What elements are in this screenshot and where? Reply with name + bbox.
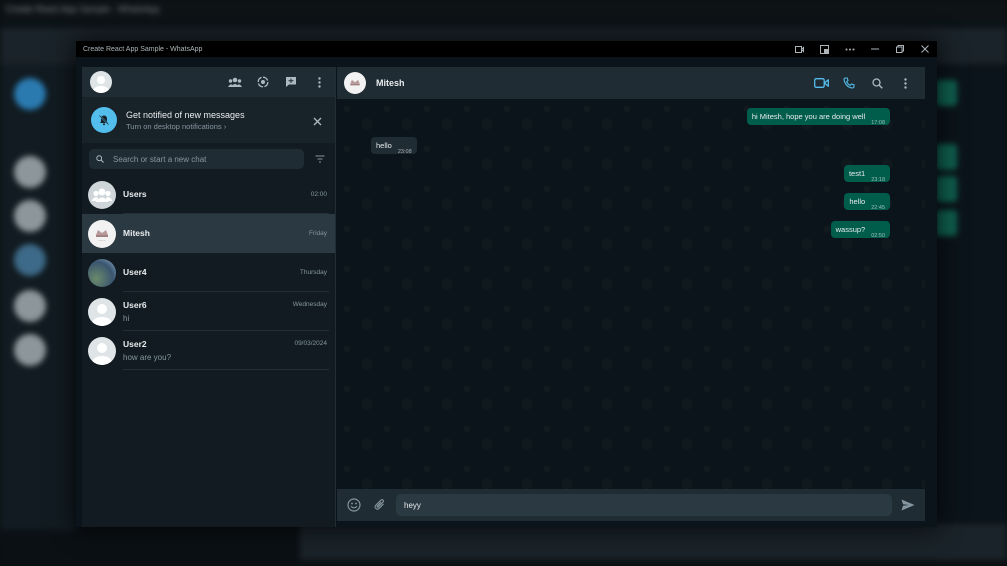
video-window-icon[interactable] <box>787 41 812 57</box>
video-call-icon[interactable] <box>813 75 829 91</box>
background-sidebar <box>0 64 76 530</box>
chat-list: Users 02:00 ~~~ Mitesh Friday User4 Thur… <box>82 175 335 370</box>
more-options-icon[interactable] <box>837 41 862 57</box>
new-chat-icon[interactable] <box>283 74 299 90</box>
background-bubble <box>935 176 957 202</box>
chat-name: User6 <box>123 299 147 310</box>
background-bubble <box>935 210 957 236</box>
background-bubble <box>935 80 957 106</box>
chat-name: Mitesh <box>123 228 150 238</box>
filter-icon[interactable] <box>312 151 328 167</box>
search-icon <box>96 150 104 168</box>
background-avatar <box>14 290 46 322</box>
message-composer <box>337 489 925 521</box>
group-avatar <box>88 180 116 209</box>
contact-name: Mitesh <box>376 78 405 88</box>
menu-icon[interactable] <box>897 75 913 91</box>
window-title: Create React App Sample - WhatsApp <box>83 45 203 53</box>
chat-preview: hi <box>123 313 130 323</box>
close-window-icon[interactable] <box>912 41 937 57</box>
notification-title: Get notified of new messages <box>126 109 245 120</box>
default-avatar <box>88 297 116 326</box>
restore-icon[interactable] <box>887 41 912 57</box>
minimize-icon[interactable] <box>862 41 887 57</box>
background-avatar <box>14 244 46 276</box>
status-icon[interactable] <box>255 74 271 90</box>
chat-name: Users <box>123 189 147 199</box>
chat-preview: how are you? <box>123 352 172 362</box>
message-time: 23:18 <box>871 177 885 183</box>
chat-item-user4[interactable]: User4 Thursday <box>82 253 335 292</box>
message-bubble[interactable]: hi Mitesh, hope you are doing well 17:08 <box>746 108 890 126</box>
communities-icon[interactable] <box>227 74 243 90</box>
message-text: test1 <box>848 169 866 178</box>
profile-avatar[interactable] <box>90 71 112 93</box>
background-title: Create React App Sample - WhatsApp <box>6 4 160 14</box>
sidebar-header <box>82 67 335 97</box>
conversation-header[interactable]: Mitesh <box>337 67 925 99</box>
bell-off-icon <box>91 107 117 133</box>
message-text: hi Mitesh, hope you are doing well <box>751 112 866 121</box>
voice-call-icon[interactable] <box>841 75 857 91</box>
chat-time: 02:00 <box>310 190 327 198</box>
message-bubble[interactable]: test1 23:18 <box>843 165 890 183</box>
message-text: hello <box>376 141 392 150</box>
message-time: 22:45 <box>871 205 885 211</box>
message-time: 23:08 <box>397 149 412 155</box>
svg-text:~~~: ~~~ <box>98 238 106 242</box>
close-icon[interactable] <box>309 113 325 129</box>
emoji-icon[interactable] <box>346 497 362 513</box>
message-input[interactable] <box>396 494 892 516</box>
background-avatar <box>14 334 46 366</box>
chat-item-user6[interactable]: User6 Wednesday hi <box>82 292 335 331</box>
pin-window-icon[interactable] <box>812 41 837 57</box>
chat-item-mitesh[interactable]: ~~~ Mitesh Friday <box>82 214 335 253</box>
background-avatar <box>14 200 46 232</box>
background-right-panel <box>935 64 1007 530</box>
message-time: 17:08 <box>871 120 885 126</box>
message-bubble[interactable]: hello 23:08 <box>371 137 417 155</box>
chat-list-panel: Get notified of new messages Turn on des… <box>82 67 336 527</box>
notification-banner[interactable]: Get notified of new messages Turn on des… <box>82 97 335 143</box>
chat-name: User4 <box>123 267 147 277</box>
logo-avatar: ~~~ <box>88 219 116 248</box>
whatsapp-window: Create React App Sample - WhatsApp Get n… <box>76 41 937 527</box>
conversation-panel: Mitesh hi Mitesh, hope you are doing wel… <box>337 67 925 527</box>
attach-icon[interactable] <box>372 497 388 513</box>
background-bubble <box>935 144 957 170</box>
background-titlebar: Create React App Sample - WhatsApp <box>0 0 1007 18</box>
chat-item-user2[interactable]: User2 09/03/2024 how are you? <box>82 331 335 370</box>
send-icon[interactable] <box>900 497 916 513</box>
contact-avatar[interactable] <box>344 72 366 94</box>
message-bubble[interactable]: hello 22:45 <box>844 193 890 211</box>
background-composer <box>300 524 1007 560</box>
window-titlebar: Create React App Sample - WhatsApp <box>76 41 937 57</box>
enable-notifications-link[interactable]: Turn on desktop notifications › <box>126 122 245 131</box>
chat-time: Thursday <box>299 268 327 276</box>
default-avatar <box>88 336 116 365</box>
chat-time: Wednesday <box>292 301 327 308</box>
chat-item-users[interactable]: Users 02:00 <box>82 175 335 214</box>
chat-time: Friday <box>308 229 327 237</box>
message-time: 02:50 <box>871 233 885 239</box>
chat-time: 09/03/2024 <box>294 340 327 347</box>
photo-avatar <box>88 258 116 287</box>
search-input[interactable] <box>113 154 293 164</box>
message-text: wassup? <box>835 225 866 234</box>
search-box[interactable] <box>89 149 304 169</box>
background-avatar <box>14 156 46 188</box>
menu-icon[interactable] <box>311 74 327 90</box>
search-bar <box>82 143 335 175</box>
message-text: hello <box>849 197 866 206</box>
background-avatar <box>14 78 46 110</box>
message-bubble[interactable]: wassup? 02:50 <box>830 221 890 239</box>
chat-name: User2 <box>123 338 147 349</box>
search-icon[interactable] <box>869 75 885 91</box>
message-area: hi Mitesh, hope you are doing well17:08 … <box>337 99 925 489</box>
